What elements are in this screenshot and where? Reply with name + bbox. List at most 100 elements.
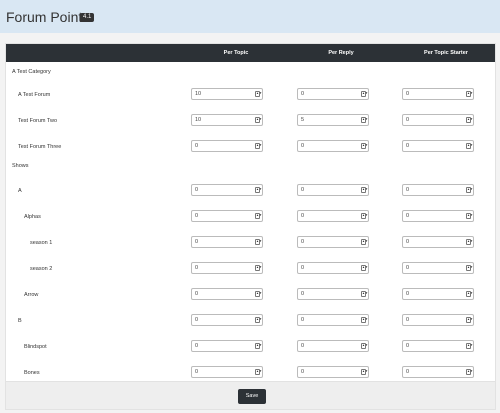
per-reply-input[interactable]: 0 ▲▼ <box>297 314 369 326</box>
spinner-icon[interactable]: ▲▼ <box>361 239 368 245</box>
spinner-icon[interactable]: ▲▼ <box>466 343 473 349</box>
forum-label: B <box>18 318 22 324</box>
per-reply-input[interactable]: 0 ▲▼ <box>297 262 369 274</box>
spinner-icon[interactable]: ▲▼ <box>361 143 368 149</box>
spinner-icon[interactable]: ▲▼ <box>466 265 473 271</box>
spinner-icon[interactable]: ▲▼ <box>466 213 473 219</box>
spinner-icon[interactable]: ▲▼ <box>361 343 368 349</box>
spinner-icon[interactable]: ▲▼ <box>466 91 473 97</box>
column-header-per-topic: Per Topic <box>223 50 249 56</box>
input-value: 0 <box>301 187 305 193</box>
spinner-icon[interactable]: ▲▼ <box>466 143 473 149</box>
input-value: 0 <box>406 343 410 349</box>
spinner-icon[interactable]: ▲▼ <box>361 117 368 123</box>
per-topic-input[interactable]: 0 ▲▼ <box>191 340 263 352</box>
per-reply-input[interactable]: 0 ▲▼ <box>297 340 369 352</box>
per-topic-input[interactable]: 0 ▲▼ <box>191 210 263 222</box>
per-topic-starter-input[interactable]: 0 ▲▼ <box>402 184 474 196</box>
forum-label: A <box>18 188 22 194</box>
per-reply-input[interactable]: 0 ▲▼ <box>297 366 369 378</box>
per-topic-starter-input[interactable]: 0 ▲▼ <box>402 314 474 326</box>
save-button[interactable]: Save <box>238 389 266 404</box>
spinner-icon[interactable]: ▲▼ <box>466 239 473 245</box>
per-topic-input[interactable]: 0 ▲▼ <box>191 314 263 326</box>
category-label: A Test Category <box>12 69 51 75</box>
input-value: 5 <box>301 117 305 123</box>
per-topic-starter-input[interactable]: 0 ▲▼ <box>402 210 474 222</box>
spinner-icon[interactable]: ▲▼ <box>255 91 262 97</box>
per-reply-input[interactable]: 0 ▲▼ <box>297 88 369 100</box>
per-reply-input[interactable]: 0 ▲▼ <box>297 184 369 196</box>
spinner-icon[interactable]: ▲▼ <box>255 317 262 323</box>
spinner-icon[interactable]: ▲▼ <box>255 369 262 375</box>
table-header: Per Topic Per Reply Per Topic Starter <box>6 44 495 62</box>
per-topic-input[interactable]: 0 ▲▼ <box>191 366 263 378</box>
spinner-icon[interactable]: ▲▼ <box>466 369 473 375</box>
column-header-per-topic-starter: Per Topic Starter <box>424 50 468 56</box>
input-value: 0 <box>301 91 305 97</box>
per-topic-starter-input[interactable]: 0 ▲▼ <box>402 288 474 300</box>
per-topic-starter-input[interactable]: 0 ▲▼ <box>402 88 474 100</box>
per-topic-starter-input[interactable]: 0 ▲▼ <box>402 340 474 352</box>
forum-label: A Test Forum <box>18 92 51 98</box>
per-topic-starter-input[interactable]: 0 ▲▼ <box>402 262 474 274</box>
spinner-icon[interactable]: ▲▼ <box>361 317 368 323</box>
per-topic-input[interactable]: 0 ▲▼ <box>191 288 263 300</box>
spinner-icon[interactable]: ▲▼ <box>255 117 262 123</box>
per-topic-starter-input[interactable]: 0 ▲▼ <box>402 366 474 378</box>
per-topic-starter-input[interactable]: 0 ▲▼ <box>402 236 474 248</box>
spinner-icon[interactable]: ▲▼ <box>255 343 262 349</box>
forum-row: Test Forum Two 10 ▲▼ 5 ▲▼ 0 ▲▼ <box>6 108 495 134</box>
forum-points-table: Per Topic Per Reply Per Topic Starter A … <box>5 43 496 410</box>
per-reply-input[interactable]: 0 ▲▼ <box>297 140 369 152</box>
spinner-icon[interactable]: ▲▼ <box>361 369 368 375</box>
page-header: Forum Points 4.1 <box>0 0 500 33</box>
per-topic-input[interactable]: 0 ▲▼ <box>191 140 263 152</box>
input-value: 0 <box>406 239 410 245</box>
per-topic-input[interactable]: 10 ▲▼ <box>191 88 263 100</box>
per-topic-input[interactable]: 0 ▲▼ <box>191 262 263 274</box>
per-reply-input[interactable]: 0 ▲▼ <box>297 210 369 222</box>
input-value: 0 <box>301 291 305 297</box>
forum-row: Arrow 0 ▲▼ 0 ▲▼ 0 ▲▼ <box>6 282 495 308</box>
per-topic-input[interactable]: 0 ▲▼ <box>191 184 263 196</box>
spinner-icon[interactable]: ▲▼ <box>466 117 473 123</box>
spinner-icon[interactable]: ▲▼ <box>361 187 368 193</box>
forum-row: Alphas 0 ▲▼ 0 ▲▼ 0 ▲▼ <box>6 204 495 230</box>
spinner-icon[interactable]: ▲▼ <box>255 239 262 245</box>
spinner-icon[interactable]: ▲▼ <box>361 291 368 297</box>
per-topic-starter-input[interactable]: 0 ▲▼ <box>402 114 474 126</box>
input-value: 0 <box>406 265 410 271</box>
per-topic-input[interactable]: 10 ▲▼ <box>191 114 263 126</box>
per-reply-input[interactable]: 0 ▲▼ <box>297 236 369 248</box>
spinner-icon[interactable]: ▲▼ <box>361 265 368 271</box>
input-value: 0 <box>301 265 305 271</box>
spinner-icon[interactable]: ▲▼ <box>466 317 473 323</box>
per-topic-input[interactable]: 0 ▲▼ <box>191 236 263 248</box>
per-topic-starter-input[interactable]: 0 ▲▼ <box>402 140 474 152</box>
spinner-icon[interactable]: ▲▼ <box>466 291 473 297</box>
input-value: 0 <box>195 343 199 349</box>
per-reply-input[interactable]: 5 ▲▼ <box>297 114 369 126</box>
input-value: 0 <box>406 143 410 149</box>
input-value: 0 <box>301 213 305 219</box>
spinner-icon[interactable]: ▲▼ <box>255 265 262 271</box>
spinner-icon[interactable]: ▲▼ <box>361 213 368 219</box>
input-value: 0 <box>406 213 410 219</box>
spinner-icon[interactable]: ▲▼ <box>255 187 262 193</box>
input-value: 0 <box>301 317 305 323</box>
spinner-icon[interactable]: ▲▼ <box>255 291 262 297</box>
forum-row: A 0 ▲▼ 0 ▲▼ 0 ▲▼ <box>6 178 495 204</box>
spinner-icon[interactable]: ▲▼ <box>361 91 368 97</box>
page-title: Forum Points <box>6 9 90 25</box>
spinner-icon[interactable]: ▲▼ <box>255 143 262 149</box>
input-value: 0 <box>195 265 199 271</box>
input-value: 0 <box>406 291 410 297</box>
forum-label: season 2 <box>30 266 53 272</box>
forum-row: B 0 ▲▼ 0 ▲▼ 0 ▲▼ <box>6 308 495 334</box>
forum-row: season 2 0 ▲▼ 0 ▲▼ 0 ▲▼ <box>6 256 495 282</box>
per-reply-input[interactable]: 0 ▲▼ <box>297 288 369 300</box>
input-value: 0 <box>301 343 305 349</box>
spinner-icon[interactable]: ▲▼ <box>255 213 262 219</box>
spinner-icon[interactable]: ▲▼ <box>466 187 473 193</box>
